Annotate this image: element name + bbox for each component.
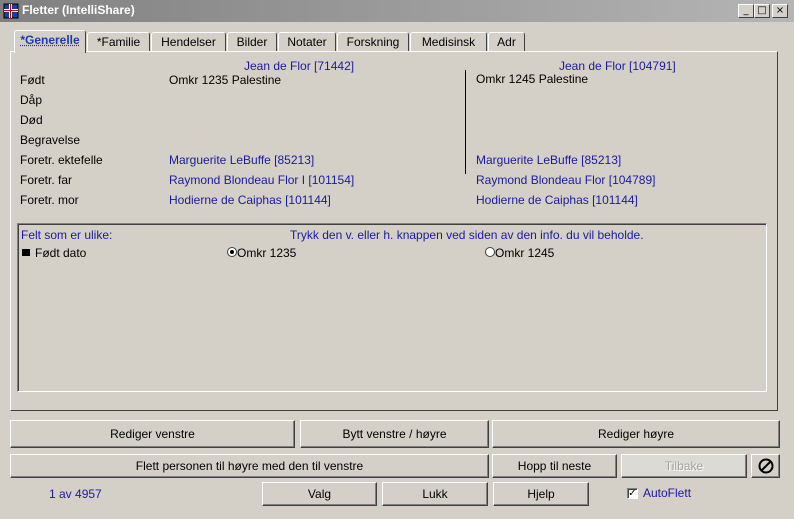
left-father-link[interactable]: Raymond Blondeau Flor I [101154] — [169, 173, 354, 187]
app-icon — [3, 3, 19, 19]
merge-button[interactable]: Flett personen til høyre med den til ven… — [10, 454, 489, 478]
skip-button[interactable]: Hopp til neste — [492, 454, 617, 478]
right-birth-value: Omkr 1245 Palestine — [476, 72, 589, 86]
record-counter: 1 av 4957 — [49, 487, 102, 501]
tab-generelle[interactable]: *Generelle — [14, 30, 86, 53]
tab-bilder[interactable]: Bilder — [227, 32, 277, 52]
title-bar[interactable]: Fletter (IntelliShare) _ □ × — [0, 0, 794, 22]
diff-field-label: Født dato — [35, 246, 87, 260]
differences-heading: Felt som er ulike: — [21, 228, 113, 242]
tab-label: Bilder — [236, 35, 268, 49]
help-button[interactable]: Hjelp — [493, 482, 589, 506]
right-mother-link[interactable]: Hodierne de Caiphas [101144] — [476, 193, 638, 207]
tab-label: *Familie — [96, 35, 141, 49]
field-label-father: Foretr. far — [20, 173, 73, 187]
left-spouse-link[interactable]: Marguerite LeBuffe [85213] — [169, 153, 314, 167]
right-value-radio[interactable] — [485, 247, 495, 257]
tab-label: Notater — [287, 35, 327, 49]
right-value-option[interactable]: Omkr 1245 — [495, 246, 554, 260]
back-button[interactable]: Tilbake — [621, 454, 747, 478]
field-label-dod: Død — [20, 113, 43, 127]
tab-label: Adr — [497, 35, 516, 49]
close-button[interactable]: Lukk — [382, 482, 488, 506]
edit-right-button[interactable]: Rediger høyre — [492, 420, 780, 448]
tab-label: *Generelle — [20, 33, 80, 47]
differences-panel — [17, 223, 767, 392]
options-button[interactable]: Valg — [262, 482, 377, 506]
close-window-button[interactable]: × — [772, 4, 788, 18]
column-divider — [465, 70, 466, 174]
edit-left-button[interactable]: Rediger venstre — [10, 420, 295, 448]
tab-medisinsk[interactable]: Medisinsk — [410, 32, 487, 52]
differences-instruction: Trykk den v. eller h. knappen ved siden … — [290, 228, 644, 242]
stop-button[interactable] — [751, 454, 780, 478]
tab-label: Forskning — [346, 35, 400, 49]
tab-forskning[interactable]: Forskning — [337, 32, 409, 52]
no-entry-icon — [758, 458, 774, 474]
field-label-spouse: Foretr. ektefelle — [20, 153, 103, 167]
tab-label: Hendelser — [161, 35, 216, 49]
swap-button[interactable]: Bytt venstre / høyre — [300, 420, 489, 448]
right-father-link[interactable]: Raymond Blondeau Flor [104789] — [476, 173, 655, 187]
left-value-radio[interactable] — [227, 247, 237, 257]
minimize-button[interactable]: _ — [738, 4, 754, 18]
field-label-fodt: Født — [20, 73, 45, 87]
right-spouse-link[interactable]: Marguerite LeBuffe [85213] — [476, 153, 621, 167]
tab-notater[interactable]: Notater — [278, 32, 336, 52]
maximize-button[interactable]: □ — [754, 4, 770, 18]
left-value-option[interactable]: Omkr 1235 — [237, 246, 296, 260]
autoflett-label[interactable]: AutoFlett — [643, 486, 691, 500]
left-mother-link[interactable]: Hodierne de Caiphas [101144] — [169, 193, 331, 207]
tab-label: Medisinsk — [421, 35, 476, 49]
field-label-mother: Foretr. mor — [20, 193, 79, 207]
field-label-dap: Dåp — [20, 93, 43, 107]
field-label-begravelse: Begravelse — [20, 133, 81, 147]
autoflett-checkbox[interactable]: ✓ — [627, 488, 638, 499]
left-birth-value: Omkr 1235 Palestine — [169, 73, 282, 87]
field-bullet-icon — [22, 249, 30, 256]
tab-hendelser[interactable]: Hendelser — [151, 32, 226, 52]
tab-familie[interactable]: *Familie — [87, 32, 150, 52]
right-person-name[interactable]: Jean de Flor [104791] — [559, 59, 676, 73]
left-person-name[interactable]: Jean de Flor [71442] — [244, 59, 354, 73]
tab-adr[interactable]: Adr — [488, 32, 525, 52]
window-title: Fletter (IntelliShare) — [22, 3, 135, 17]
